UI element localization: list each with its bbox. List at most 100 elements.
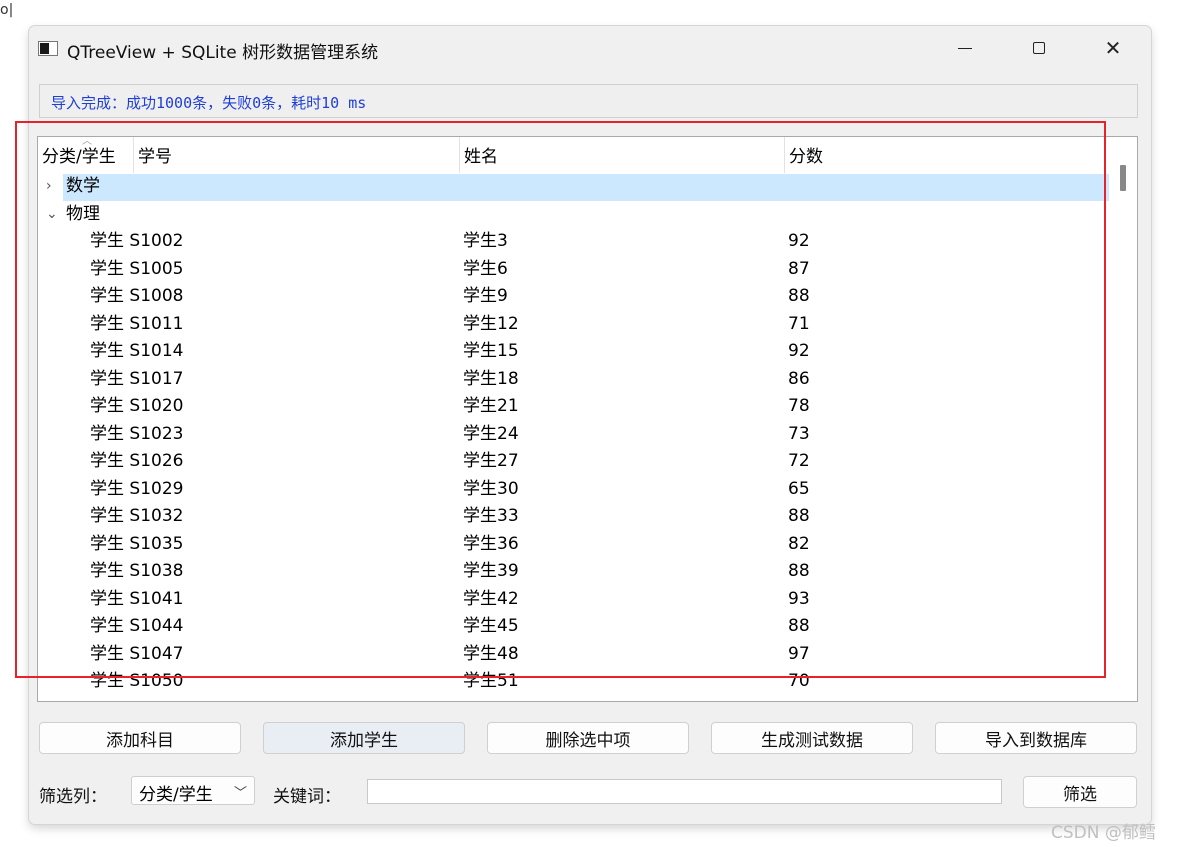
tree-student-row[interactable]: 学生 S1014 学生15 92 <box>38 338 1118 366</box>
tree-student-row[interactable]: 学生 S1050 学生51 70 <box>38 668 1118 696</box>
tree-student-row[interactable]: 学生 S1029 学生30 65 <box>38 476 1118 504</box>
close-icon: ✕ <box>1104 36 1122 60</box>
filter-button[interactable]: 筛选 <box>1023 776 1137 808</box>
tree-student-row[interactable]: 学生 S1041 学生42 93 <box>38 586 1118 614</box>
add-student-button[interactable]: 添加学生 <box>263 722 465 754</box>
student-score-cell: 78 <box>788 396 810 416</box>
tree-group-label: 物理 <box>66 203 100 224</box>
student-id-cell: 学生 S1008 <box>90 286 184 306</box>
generate-test-data-button[interactable]: 生成测试数据 <box>711 722 913 754</box>
tree-student-row[interactable]: 学生 S1020 学生21 78 <box>38 393 1118 421</box>
add-subject-button[interactable]: 添加科目 <box>39 722 241 754</box>
student-name-cell: 学生6 <box>463 258 508 279</box>
student-id-cell: 学生 S1041 <box>90 588 184 609</box>
header-category[interactable]: 分类/学生 <box>38 137 134 173</box>
tree-group-row[interactable]: › 数学 <box>38 173 1118 201</box>
tree-student-row[interactable]: 学生 S1002 学生3 92 <box>38 228 1118 256</box>
app-window: QTreeView + SQLite 树形数据管理系统 ✕ 导入完成：成功100… <box>29 26 1151 824</box>
delete-selected-button[interactable]: 删除选中项 <box>487 722 689 754</box>
student-score-cell: 71 <box>788 313 810 334</box>
student-id-cell: 学生 S1029 <box>90 478 184 499</box>
tree-student-row[interactable]: 学生 S1032 学生33 88 <box>38 503 1118 531</box>
tree-student-row[interactable]: 学生 S1047 学生48 97 <box>38 641 1118 669</box>
tree-view[interactable]: ︿ 分类/学生 学号 姓名 分数 › 数学 ⌄ 物理 学生 S1002 学生3 92 学生 S… <box>37 136 1138 702</box>
tree-header: ︿ 分类/学生 学号 姓名 分数 <box>38 137 1118 173</box>
student-score-cell: 97 <box>788 643 810 664</box>
maximize-icon <box>1033 42 1045 54</box>
student-score-cell: 92 <box>788 231 810 251</box>
student-score-cell: 82 <box>788 533 810 554</box>
student-id-cell: 学生 S1047 <box>90 643 184 664</box>
header-student-id[interactable]: 学号 <box>134 137 460 173</box>
tree-rows: › 数学 ⌄ 物理学生 S1002 学生3 92 学生 S1005 学生6 87 学生 S1008… <box>38 173 1118 696</box>
student-id-cell: 学生 S1032 <box>90 506 184 526</box>
student-id-cell: 学生 S1026 <box>90 451 184 471</box>
student-id-cell: 学生 S1023 <box>90 423 184 444</box>
student-score-cell: 88 <box>788 561 810 581</box>
tree-group-row[interactable]: ⌄ 物理 <box>38 201 1118 229</box>
chevron-right-icon[interactable]: › <box>46 173 58 200</box>
status-text: 导入完成：成功1000条，失败0条，耗时10 ms <box>51 94 367 112</box>
student-score-cell: 92 <box>788 341 810 361</box>
tree-student-row[interactable]: 学生 S1035 学生36 82 <box>38 531 1118 559</box>
tree-student-row[interactable]: 学生 S1044 学生45 88 <box>38 613 1118 641</box>
student-id-cell: 学生 S1020 <box>90 396 184 416</box>
import-to-db-button[interactable]: 导入到数据库 <box>935 722 1137 754</box>
student-score-cell: 86 <box>788 368 810 389</box>
student-score-cell: 88 <box>788 286 810 306</box>
student-name-cell: 学生12 <box>463 313 519 334</box>
student-id-cell: 学生 S1014 <box>90 341 184 361</box>
student-name-cell: 学生51 <box>463 671 519 691</box>
corner-mark: o| <box>0 2 14 18</box>
student-score-cell: 70 <box>788 671 810 691</box>
header-score[interactable]: 分数 <box>785 137 1118 173</box>
vertical-scrollbar[interactable] <box>1118 137 1137 701</box>
scrollbar-thumb[interactable] <box>1120 165 1126 191</box>
student-name-cell: 学生21 <box>463 396 519 416</box>
student-id-cell: 学生 S1011 <box>90 313 184 334</box>
student-score-cell: 73 <box>788 423 810 444</box>
student-score-cell: 72 <box>788 451 810 471</box>
tree-student-row[interactable]: 学生 S1038 学生39 88 <box>38 558 1118 586</box>
chevron-down-icon: ﹀ <box>233 786 247 801</box>
minimize-button[interactable] <box>942 26 988 70</box>
student-id-cell: 学生 S1002 <box>90 231 184 251</box>
student-id-cell: 学生 S1005 <box>90 258 184 279</box>
student-id-cell: 学生 S1044 <box>90 616 184 636</box>
status-panel: 导入完成：成功1000条，失败0条，耗时10 ms <box>39 84 1138 118</box>
header-name[interactable]: 姓名 <box>460 137 785 173</box>
filter-column-select[interactable]: 分类/学生 ﹀ <box>131 776 255 805</box>
window-title: QTreeView + SQLite 树形数据管理系统 <box>67 43 379 63</box>
student-name-cell: 学生42 <box>463 588 519 609</box>
tree-student-row[interactable]: 学生 S1005 学生6 87 <box>38 256 1118 284</box>
student-name-cell: 学生18 <box>463 368 519 389</box>
student-name-cell: 学生39 <box>463 561 519 581</box>
student-id-cell: 学生 S1035 <box>90 533 184 554</box>
student-score-cell: 88 <box>788 506 810 526</box>
student-score-cell: 87 <box>788 258 810 279</box>
student-name-cell: 学生48 <box>463 643 519 664</box>
student-name-cell: 学生27 <box>463 451 519 471</box>
student-name-cell: 学生15 <box>463 341 519 361</box>
keyword-label: 关键词： <box>273 787 341 807</box>
student-score-cell: 88 <box>788 616 810 636</box>
student-name-cell: 学生9 <box>463 286 508 306</box>
tree-student-row[interactable]: 学生 S1026 学生27 72 <box>38 448 1118 476</box>
maximize-button[interactable] <box>1016 26 1062 70</box>
close-button[interactable]: ✕ <box>1090 26 1136 70</box>
keyword-input[interactable] <box>367 779 1002 804</box>
chevron-down-icon[interactable]: ⌄ <box>46 201 58 228</box>
tree-student-row[interactable]: 学生 S1011 学生12 71 <box>38 311 1118 339</box>
tree-student-row[interactable]: 学生 S1023 学生24 73 <box>38 421 1118 449</box>
tree-student-row[interactable]: 学生 S1017 学生18 86 <box>38 366 1118 394</box>
student-name-cell: 学生30 <box>463 478 519 499</box>
filter-column-label: 筛选列： <box>39 787 107 807</box>
student-id-cell: 学生 S1050 <box>90 671 184 691</box>
tree-student-row[interactable]: 学生 S1008 学生9 88 <box>38 283 1118 311</box>
tree-group-label: 数学 <box>66 176 100 196</box>
title-bar[interactable]: QTreeView + SQLite 树形数据管理系统 ✕ <box>29 26 1151 72</box>
student-score-cell: 65 <box>788 478 810 499</box>
student-name-cell: 学生3 <box>463 231 508 251</box>
student-id-cell: 学生 S1038 <box>90 561 184 581</box>
student-id-cell: 学生 S1017 <box>90 368 184 389</box>
